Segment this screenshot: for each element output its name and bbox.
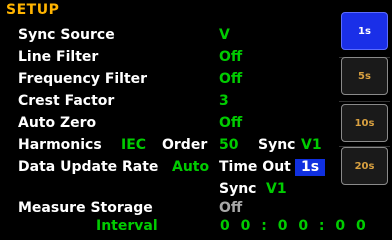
measure-storage-value[interactable]: Off (219, 200, 242, 216)
auto-zero-label: Auto Zero (18, 115, 97, 131)
data-update-rate-label: Data Update Rate (18, 159, 159, 175)
setup-screen: SETUP Sync Source V Line Filter Off Freq… (0, 0, 392, 240)
harmonics-standard-value[interactable]: IEC (121, 137, 146, 153)
frequency-filter-label: Frequency Filter (18, 71, 148, 87)
crest-factor-value[interactable]: 3 (219, 93, 229, 109)
harmonics-label: Harmonics (18, 137, 102, 153)
softkey-label: 5s (358, 70, 371, 82)
softkey-label: 20s (354, 160, 375, 172)
data-update-sync-label: Sync (219, 181, 257, 197)
softkey-10s[interactable]: 10s (341, 104, 388, 142)
interval-value[interactable]: 0 0 : 0 0 : 0 0 (220, 218, 369, 234)
sync-source-value[interactable]: V (219, 27, 230, 43)
sync-source-label: Sync Source (18, 27, 115, 43)
timeout-value[interactable]: 1s (295, 159, 326, 176)
measure-storage-label: Measure Storage (18, 200, 153, 216)
frequency-filter-value[interactable]: Off (219, 71, 242, 87)
line-filter-value[interactable]: Off (219, 49, 242, 65)
softkey-divider (339, 101, 390, 102)
harmonics-order-value[interactable]: 50 (219, 137, 238, 153)
timeout-label: Time Out (219, 159, 291, 175)
data-update-mode-value[interactable]: Auto (172, 159, 209, 175)
auto-zero-value[interactable]: Off (219, 115, 242, 131)
crest-factor-label: Crest Factor (18, 93, 115, 109)
softkey-label: 10s (354, 117, 375, 129)
harmonics-order-label: Order (162, 137, 208, 153)
softkey-1s[interactable]: 1s (341, 12, 388, 50)
softkey-20s[interactable]: 20s (341, 147, 388, 185)
softkey-5s[interactable]: 5s (341, 57, 388, 95)
softkey-label: 1s (358, 25, 371, 37)
line-filter-label: Line Filter (18, 49, 99, 65)
harmonics-sync-label: Sync (258, 137, 296, 153)
page-title: SETUP (6, 2, 60, 18)
harmonics-sync-value[interactable]: V1 (301, 137, 322, 153)
interval-label: Interval (96, 218, 158, 234)
data-update-sync-value[interactable]: V1 (266, 181, 287, 197)
